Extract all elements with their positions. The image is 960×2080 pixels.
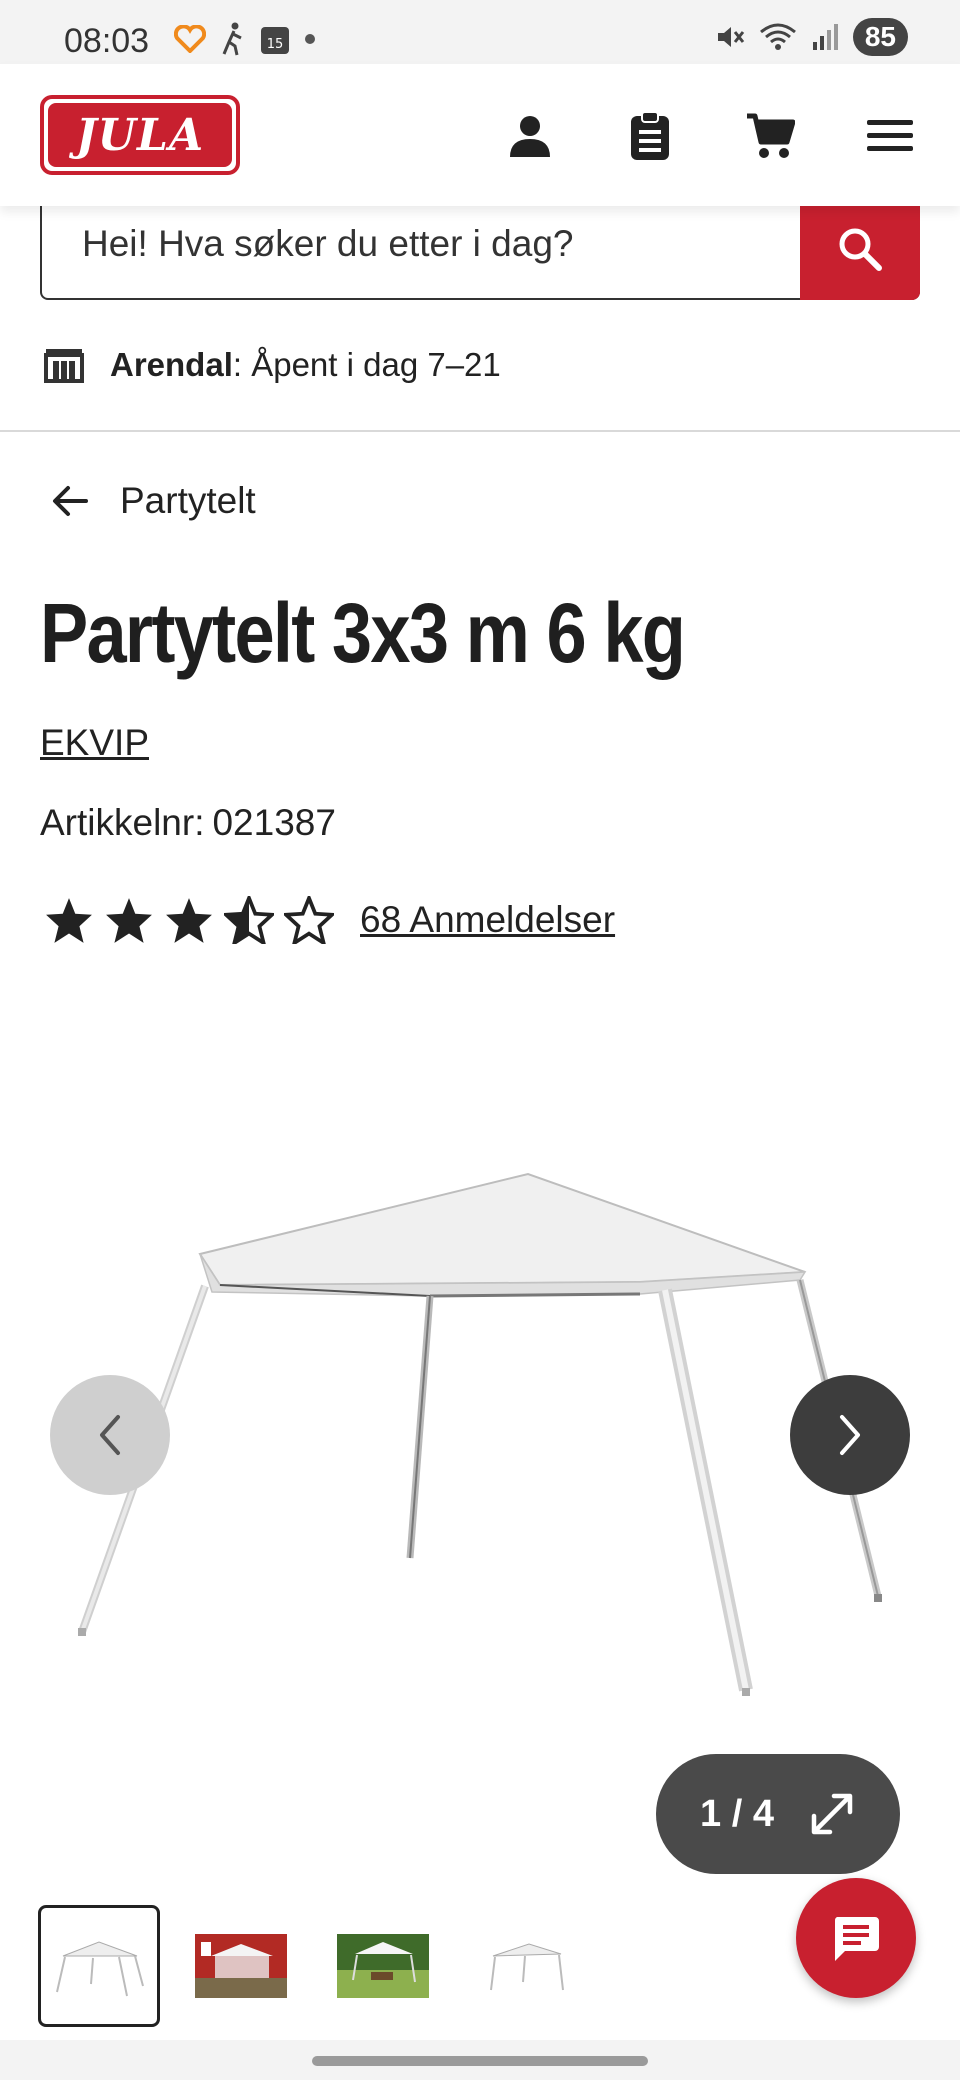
tent-side-thumbnail-image [490, 1943, 564, 1991]
gallery-prev-button[interactable] [50, 1375, 170, 1495]
tent-house-thumbnail-image [195, 1934, 287, 1998]
status-time: 08:03 [64, 22, 150, 60]
site-header: JULA [0, 64, 960, 206]
tent-garden-thumbnail-image [337, 1934, 429, 1998]
shopping-list-icon[interactable] [622, 108, 678, 164]
home-indicator[interactable] [312, 2056, 648, 2066]
logo-text: JULA [48, 103, 232, 167]
signal-icon [812, 24, 838, 50]
jula-logo[interactable]: JULA [40, 95, 240, 175]
gallery-counter: 1 / 4 [700, 1792, 774, 1835]
divider [0, 430, 960, 432]
gallery-counter-button[interactable]: 1 / 4 [656, 1754, 900, 1874]
breadcrumb[interactable]: Partytelt [50, 480, 256, 522]
search-button[interactable] [800, 198, 920, 300]
gallery-next-button[interactable] [790, 1375, 910, 1495]
product-sku: Artikkelnr: 021387 [40, 802, 336, 844]
product-image-gallery: 1 / 4 [0, 1050, 960, 1880]
status-bar: 08:03 15 85 [0, 0, 960, 64]
dot-icon [305, 34, 315, 44]
store-hours: : Åpent i dag 7–21 [232, 346, 501, 383]
thumbnail-2[interactable] [180, 1905, 302, 2027]
star-full-icon [46, 898, 92, 943]
thumbnail-1[interactable] [38, 1905, 160, 2027]
search-bar [40, 198, 920, 300]
product-brand-link[interactable]: EKVIP [40, 722, 149, 764]
sku-value: 021387 [212, 802, 336, 843]
svg-text:15: 15 [267, 37, 284, 52]
store-icon [44, 349, 84, 383]
star-empty-icon [284, 896, 334, 944]
chevron-left-icon [100, 1415, 120, 1455]
store-name: Arendal [110, 346, 233, 383]
chat-icon [834, 1917, 879, 1961]
account-icon[interactable] [502, 108, 558, 164]
thumbnail-strip [38, 1905, 586, 2027]
sku-label: Artikkelnr: [40, 802, 205, 843]
product-rating[interactable]: 68 Anmeldelser [44, 896, 615, 944]
search-icon [839, 228, 882, 271]
battery-level: 85 [852, 18, 908, 56]
breadcrumb-label: Partytelt [120, 480, 256, 521]
thumbnail-3[interactable] [322, 1905, 444, 2027]
expand-icon [811, 1793, 853, 1835]
menu-icon[interactable] [862, 108, 918, 164]
star-full-icon [166, 898, 212, 943]
thumbnail-4[interactable] [464, 1905, 586, 2027]
rating-stars [44, 896, 334, 944]
arrow-left-icon [53, 486, 88, 516]
tent-thumbnail-image [56, 1941, 144, 1997]
reviews-link[interactable]: 68 Anmeldelser [360, 899, 615, 941]
search-input[interactable] [82, 214, 822, 274]
star-half-icon [224, 896, 274, 944]
mute-icon [717, 27, 745, 47]
cart-icon[interactable] [742, 108, 798, 164]
product-title: Partytelt 3x3 m 6 kg [40, 586, 686, 680]
star-full-icon [106, 898, 152, 943]
chevron-right-icon [840, 1415, 860, 1455]
chat-button[interactable] [796, 1878, 916, 1998]
calendar-icon: 15 [261, 27, 289, 54]
wifi-icon [759, 23, 796, 50]
walking-icon [222, 22, 242, 56]
heart-app-icon [174, 25, 206, 53]
store-info[interactable]: Arendal: Åpent i dag 7–21 [44, 346, 501, 384]
